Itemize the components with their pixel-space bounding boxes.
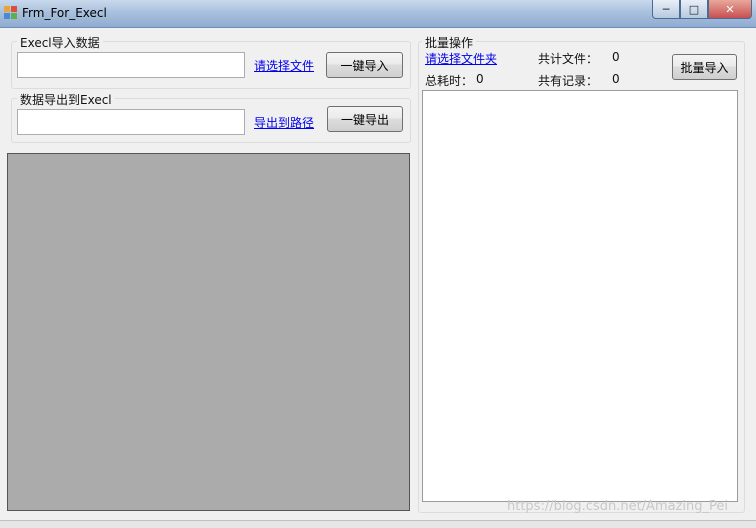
batch-group-label: 批量操作 [422, 34, 477, 51]
total-files-value: 0 [612, 50, 620, 64]
app-icon [4, 6, 17, 19]
export-group-label: 数据导出到Execl [17, 91, 115, 108]
select-folder-link[interactable]: 请选择文件夹 [425, 50, 497, 67]
data-grid[interactable] [7, 153, 410, 511]
minimize-button[interactable]: ─ [652, 0, 680, 19]
total-time-value: 0 [476, 72, 484, 86]
import-button[interactable]: 一键导入 [326, 52, 403, 78]
batch-log-list[interactable] [422, 90, 738, 502]
batch-import-button[interactable]: 批量导入 [672, 54, 737, 80]
minimize-icon: ─ [662, 2, 670, 16]
window-title: Frm_For_Execl [22, 6, 107, 20]
window-controls: ─ □ ✕ [652, 0, 752, 20]
maximize-icon: □ [688, 2, 700, 16]
watermark: https://blog.csdn.net/Amazing_Pei [507, 499, 728, 514]
export-path-input[interactable] [17, 109, 245, 135]
total-records-value: 0 [612, 72, 620, 86]
title-bar[interactable]: Frm_For_Execl ─ □ ✕ [0, 0, 756, 28]
export-button[interactable]: 一键导出 [327, 106, 403, 132]
close-button[interactable]: ✕ [708, 0, 752, 19]
main-window: Frm_For_Execl ─ □ ✕ Execl导入数据 请选择文件 一键导入… [0, 0, 756, 528]
export-path-link[interactable]: 导出到路径 [254, 114, 314, 131]
maximize-button[interactable]: □ [680, 0, 708, 19]
import-group-label: Execl导入数据 [17, 34, 103, 51]
select-file-link[interactable]: 请选择文件 [254, 57, 314, 74]
total-files-label: 共计文件： [538, 52, 599, 66]
close-icon: ✕ [725, 2, 735, 16]
total-records-label: 共有记录： [538, 74, 599, 88]
import-file-input[interactable] [17, 52, 245, 78]
total-time-label: 总耗时： [425, 74, 474, 88]
